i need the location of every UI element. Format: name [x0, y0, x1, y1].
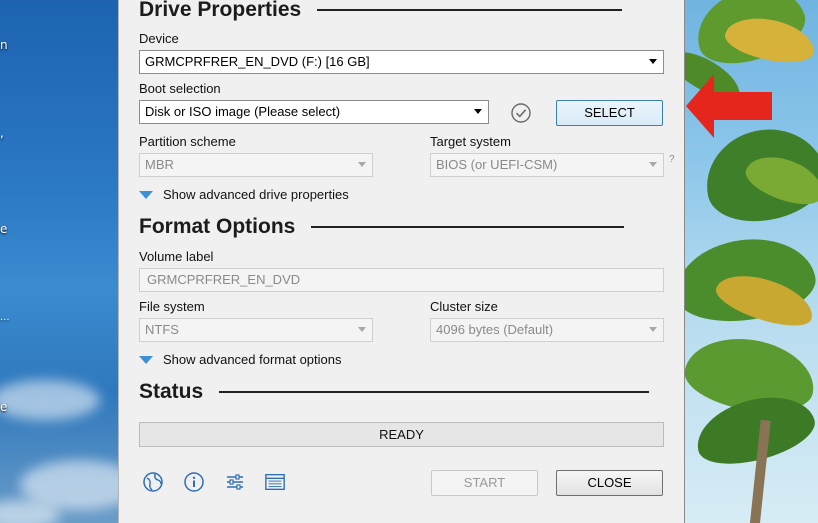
- file-system-label: File system: [139, 299, 205, 314]
- chevron-down-icon: [358, 162, 366, 167]
- advanced-format-options-toggle[interactable]: Show advanced format options: [139, 352, 342, 367]
- chevron-down-icon: [358, 327, 366, 332]
- partition-scheme-label: Partition scheme: [139, 134, 236, 149]
- chevron-down-icon: [649, 162, 657, 167]
- device-label: Device: [139, 31, 179, 46]
- partition-scheme-value: MBR: [145, 157, 174, 172]
- target-system-dropdown[interactable]: BIOS (or UEFI-CSM): [430, 153, 664, 177]
- close-button[interactable]: CLOSE: [556, 470, 663, 496]
- red-arrow-annotation-icon: [686, 72, 776, 140]
- partition-scheme-dropdown[interactable]: MBR: [139, 153, 373, 177]
- verify-checkmark-icon[interactable]: [510, 102, 532, 124]
- info-icon[interactable]: [183, 471, 205, 493]
- status-header: Status: [139, 380, 650, 404]
- cluster-size-dropdown[interactable]: 4096 bytes (Default): [430, 318, 664, 342]
- desktop-icon-fragment[interactable]: e: [0, 222, 7, 236]
- expand-chevron-icon: [139, 355, 153, 364]
- target-system-label: Target system: [430, 134, 511, 149]
- format-options-header: Format Options: [139, 215, 625, 239]
- expand-chevron-icon: [139, 190, 153, 199]
- file-system-dropdown[interactable]: NTFS: [139, 318, 373, 342]
- device-dropdown[interactable]: GRMCPRFRER_EN_DVD (F:) [16 GB]: [139, 50, 664, 74]
- file-system-value: NTFS: [145, 322, 179, 337]
- desktop-icon-fragment[interactable]: e: [0, 400, 7, 414]
- status-title: Status: [139, 380, 204, 403]
- advanced-drive-properties-toggle[interactable]: Show advanced drive properties: [139, 187, 349, 202]
- advanced-format-options-label: Show advanced format options: [163, 352, 342, 367]
- rufus-dialog: Drive Properties Device GRMCPRFRER_EN_DV…: [118, 0, 685, 523]
- desktop-icon-fragment[interactable]: n: [0, 38, 8, 52]
- chevron-down-icon: [474, 109, 482, 114]
- target-system-value: BIOS (or UEFI-CSM): [436, 157, 558, 172]
- globe-icon[interactable]: [142, 471, 164, 493]
- chevron-down-icon: [649, 59, 657, 64]
- device-value: GRMCPRFRER_EN_DVD (F:) [16 GB]: [145, 54, 370, 69]
- volume-label-input[interactable]: GRMCPRFRER_EN_DVD: [139, 268, 664, 292]
- section-divider: [311, 226, 625, 228]
- boot-selection-value: Disk or ISO image (Please select): [145, 104, 341, 119]
- desktop-left: n , e ... e: [0, 0, 118, 523]
- status-progress-bar: READY: [139, 422, 664, 447]
- chevron-down-icon: [649, 327, 657, 332]
- section-divider: [317, 9, 623, 11]
- target-system-help-icon[interactable]: ?: [669, 154, 675, 165]
- format-options-title: Format Options: [139, 215, 296, 238]
- cluster-size-value: 4096 bytes (Default): [436, 322, 554, 337]
- desktop-icon-fragment[interactable]: ,: [0, 126, 4, 140]
- select-button[interactable]: SELECT: [556, 100, 663, 126]
- settings-sliders-icon[interactable]: [224, 471, 246, 493]
- desktop-icon-fragment[interactable]: ...: [0, 312, 10, 323]
- cluster-size-label: Cluster size: [430, 299, 498, 314]
- drive-properties-header: Drive Properties: [139, 0, 623, 22]
- start-button[interactable]: START: [431, 470, 538, 496]
- section-divider: [219, 391, 650, 393]
- boot-selection-dropdown[interactable]: Disk or ISO image (Please select): [139, 100, 489, 124]
- advanced-drive-properties-label: Show advanced drive properties: [163, 187, 349, 202]
- volume-label-label: Volume label: [139, 249, 214, 264]
- boot-selection-label: Boot selection: [139, 81, 221, 96]
- drive-properties-title: Drive Properties: [139, 0, 302, 21]
- log-icon[interactable]: [264, 471, 286, 493]
